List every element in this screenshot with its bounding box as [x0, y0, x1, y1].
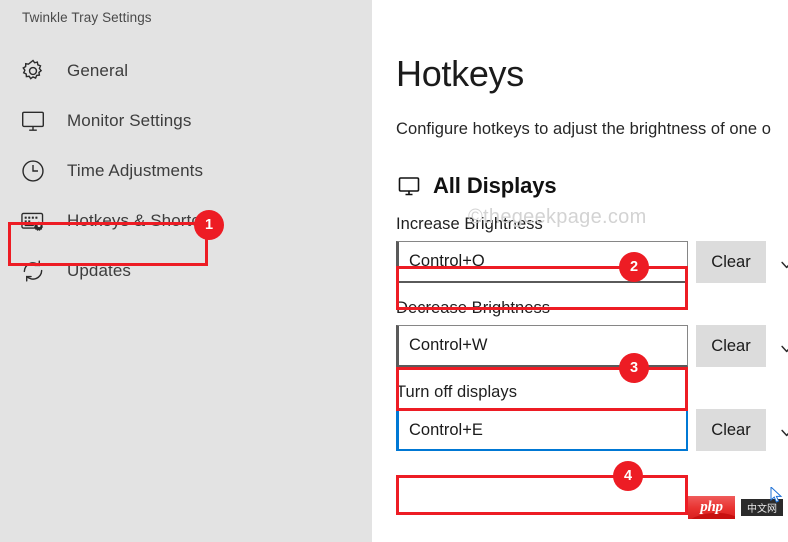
field-label-decrease-brightness: Decrease Brightness	[396, 299, 551, 317]
annotation-badge-1: 1	[194, 210, 224, 240]
main-content: Hotkeys Configure hotkeys to adjust the …	[372, 0, 788, 542]
sidebar-item-label: General	[67, 61, 129, 80]
clear-button-turn-off-displays[interactable]: Clear	[696, 409, 766, 451]
display-group-header: All Displays	[396, 173, 788, 199]
check-icon[interactable]	[772, 325, 788, 367]
sidebar-item-general[interactable]: General	[0, 46, 372, 96]
sidebar-item-updates[interactable]: Updates	[0, 246, 372, 296]
hotkey-row-turn-off-displays: Control+E Clear	[396, 409, 788, 451]
monitor-icon	[396, 173, 422, 199]
check-icon[interactable]	[772, 409, 788, 451]
clear-button-increase-brightness[interactable]: Clear	[696, 241, 766, 283]
keyboard-gear-icon	[16, 204, 50, 238]
sidebar-item-monitor-settings[interactable]: Monitor Settings	[0, 96, 372, 146]
page-description: Configure hotkeys to adjust the brightne…	[396, 120, 771, 138]
watermark-php-logo: php 中文网	[688, 496, 783, 519]
check-icon[interactable]	[772, 241, 788, 283]
mouse-cursor-icon	[770, 485, 784, 503]
monitor-icon	[16, 104, 50, 138]
sidebar-item-label: Updates	[67, 261, 132, 280]
page-title: Hotkeys	[396, 53, 524, 94]
sidebar-item-hotkeys-shortcuts[interactable]: Hotkeys & Shortcuts	[0, 196, 372, 246]
annotation-badge-3: 3	[619, 353, 649, 383]
annotation-badge-2: 2	[619, 252, 649, 282]
refresh-icon	[16, 254, 50, 288]
hotkey-row-increase-brightness: Control+Q Clear	[396, 241, 788, 283]
field-label-turn-off-displays: Turn off displays	[396, 383, 517, 401]
hotkey-input-turn-off-displays[interactable]: Control+E	[396, 409, 688, 451]
sidebar-item-label: Time Adjustments	[67, 161, 204, 180]
sidebar-nav: General Monitor Settings Time Adjustment…	[0, 46, 372, 296]
watermark-thegeekpage: ©thegeekpage.com	[468, 206, 647, 228]
gear-icon	[16, 54, 50, 88]
annotation-badge-4: 4	[613, 461, 643, 491]
php-logo-text: php	[700, 499, 723, 515]
hotkey-row-decrease-brightness: Control+W Clear	[396, 325, 788, 367]
window-title: Twinkle Tray Settings	[22, 10, 152, 25]
sidebar: Twinkle Tray Settings General Monitor Se…	[0, 0, 372, 542]
display-group-title: All Displays	[433, 173, 557, 198]
sidebar-item-time-adjustments[interactable]: Time Adjustments	[0, 146, 372, 196]
php-logo-box: php	[688, 496, 735, 519]
settings-window: Twinkle Tray Settings General Monitor Se…	[0, 0, 788, 542]
sidebar-item-label: Monitor Settings	[67, 111, 192, 130]
clear-button-decrease-brightness[interactable]: Clear	[696, 325, 766, 367]
clock-icon	[16, 154, 50, 188]
